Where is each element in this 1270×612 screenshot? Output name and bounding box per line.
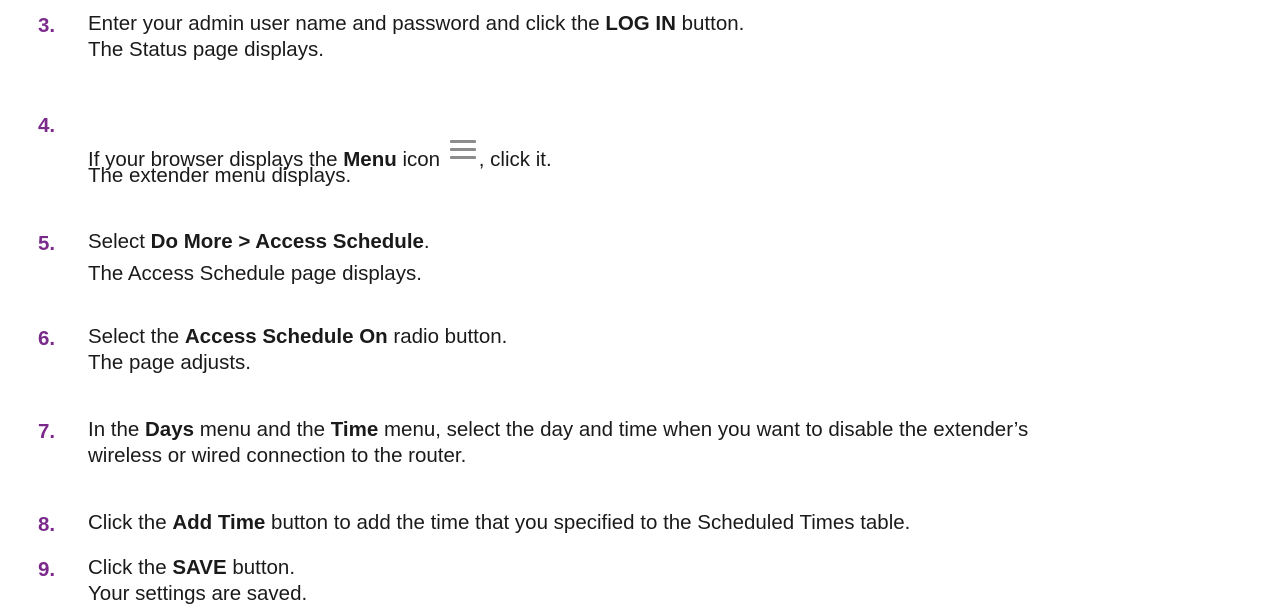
ui-term-menu: Menu: [343, 148, 397, 171]
instruction-text: menu, select the day and time when you w…: [378, 418, 1029, 441]
ui-term-add-time: Add Time: [172, 511, 266, 534]
step-instruction: Select Do More > Access Schedule.: [88, 230, 430, 253]
step-instruction: Click the Add Time button to add the tim…: [88, 511, 911, 534]
ui-term-save: SAVE: [172, 556, 227, 579]
menu-hamburger-icon: [449, 140, 476, 164]
instruction-text: Enter your admin user name and password …: [88, 12, 606, 35]
ui-term-log-in: LOG IN: [605, 12, 676, 35]
step-instruction: In the Days menu and the Time menu, sele…: [88, 418, 1029, 441]
step-instruction-continued: wireless or wired connection to the rout…: [88, 444, 467, 467]
step-number: 9.: [38, 558, 56, 581]
step-result: Your settings are saved.: [88, 582, 308, 605]
step-instruction: Click the SAVE button.: [88, 556, 296, 579]
ui-term-time: Time: [330, 418, 379, 441]
instruction-text: Click the: [88, 556, 173, 579]
step-instruction: Enter your admin user name and password …: [88, 12, 745, 35]
instruction-text: , click it.: [478, 148, 552, 171]
ui-term-navigation-path: Do More > Access Schedule: [150, 230, 424, 253]
instruction-text: icon: [396, 148, 446, 171]
instruction-text: Click the: [88, 511, 173, 534]
step-number: 5.: [38, 232, 56, 255]
step-instruction: Select the Access Schedule On radio butt…: [88, 325, 508, 348]
step-result: The page adjusts.: [88, 351, 251, 374]
instruction-text: button to add the time that you specifie…: [265, 511, 911, 534]
instruction-text: Select: [88, 230, 151, 253]
ui-term-days: Days: [145, 418, 195, 441]
step-result: The Status page displays.: [88, 38, 324, 61]
step-number: 7.: [38, 420, 56, 443]
instruction-text: .: [423, 230, 430, 253]
instruction-text: radio button.: [387, 325, 508, 348]
instruction-text: button.: [226, 556, 296, 579]
instruction-text: button.: [675, 12, 745, 35]
step-number: 8.: [38, 513, 56, 536]
step-number: 4.: [38, 114, 56, 137]
instruction-text: menu and the: [194, 418, 331, 441]
ui-term-access-schedule-on: Access Schedule On: [184, 325, 388, 348]
step-result: The Access Schedule page displays.: [88, 262, 422, 285]
step-number: 3.: [38, 14, 56, 37]
instruction-text: Select the: [88, 325, 185, 348]
instruction-text: In the: [88, 418, 145, 441]
step-result: The extender menu displays.: [88, 164, 352, 187]
step-number: 6.: [38, 327, 56, 350]
